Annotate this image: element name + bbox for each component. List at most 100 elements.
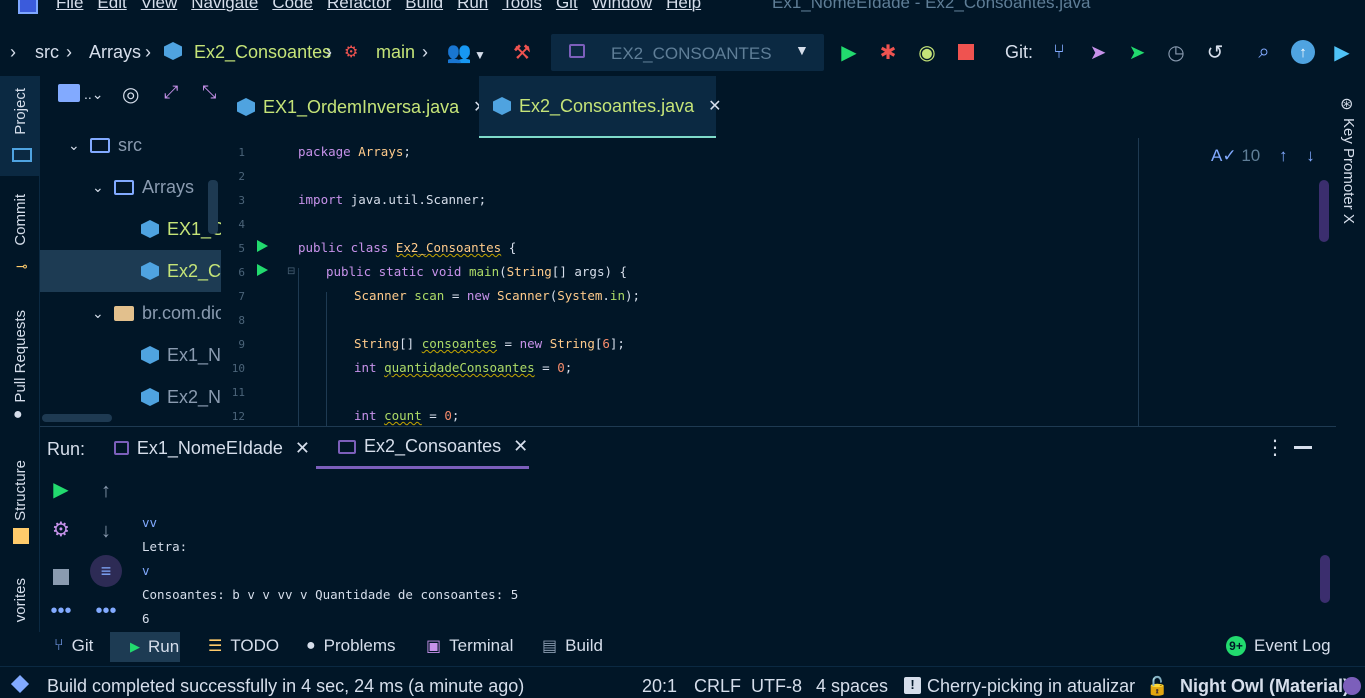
debug-bug-icon[interactable]: ✱	[876, 40, 900, 64]
tab-ex1-ordeminversa[interactable]: EX1_OrdemInversa.java ✕	[221, 76, 487, 138]
project-horizontal-scrollbar[interactable]	[42, 414, 112, 422]
close-icon[interactable]: ✕	[295, 438, 310, 459]
history-icon[interactable]: ◷	[1164, 40, 1188, 64]
tree-item-ex2-nomeeidade[interactable]: Ex2_NomeEIdade	[40, 376, 221, 418]
tree-item-ex1-ordeminversa[interactable]: EX1_OrdemInversa	[40, 208, 221, 250]
expand-all-icon[interactable]: ⤢	[164, 82, 178, 103]
java-class-icon	[164, 42, 182, 60]
close-icon[interactable]: ✕	[513, 436, 528, 457]
tree-item-ex1-nomeeidade[interactable]: Ex1_NomeEIdade	[40, 334, 221, 376]
tree-item-src[interactable]: ⌄ src	[40, 124, 221, 166]
java-class-icon	[141, 220, 159, 238]
status-layers-icon[interactable]	[10, 674, 30, 694]
git-branch-icon[interactable]: ⑂	[1047, 40, 1071, 64]
run-gutter-icon[interactable]	[257, 264, 268, 276]
run-icon[interactable]: ▶	[837, 40, 861, 64]
bottom-tab-event-log[interactable]: 9+ Event Log	[1226, 636, 1331, 656]
project-view-dropdown[interactable]: ..⌄	[84, 86, 104, 103]
minimize-icon[interactable]	[1294, 446, 1312, 449]
git-push-icon[interactable]: ➤	[1086, 40, 1110, 64]
build-hammer-icon[interactable]: ⚒	[510, 40, 534, 64]
bottom-tab-build[interactable]: ▤ Build	[542, 636, 603, 656]
tree-item-ex2-consoantes[interactable]: Ex2_Consoantes	[40, 250, 221, 292]
menu-edit[interactable]: Edit	[97, 0, 126, 13]
console-scrollbar[interactable]	[1320, 555, 1330, 603]
breadcrumb-file[interactable]: Ex2_Consoantes	[194, 42, 331, 63]
arrow-down-icon[interactable]: ↓	[1306, 146, 1315, 165]
more-options-icon[interactable]: ⋮	[1265, 435, 1285, 460]
menu-refactor[interactable]: Refactor	[327, 0, 391, 13]
close-icon[interactable]: ✕	[708, 96, 721, 116]
bottom-tab-run[interactable]: ▶ Run	[110, 632, 180, 662]
settings-gear-icon[interactable]: ⚙	[47, 515, 75, 543]
menu-navigate[interactable]: Navigate	[191, 0, 258, 13]
menu-window[interactable]: Window	[592, 0, 652, 13]
arrow-down-icon[interactable]: ↓	[92, 517, 120, 545]
rerun-icon[interactable]: ▶	[47, 475, 75, 503]
line-separator[interactable]: CRLF	[694, 676, 741, 697]
tool-pull-requests[interactable]: Pull Requests	[12, 310, 29, 403]
soft-wrap-icon[interactable]: ≡	[90, 555, 122, 587]
material-theme-icon[interactable]	[1343, 677, 1361, 695]
caret-position[interactable]: 20:1	[642, 676, 677, 697]
bottom-tab-todo[interactable]: ☰ TODO	[208, 636, 279, 656]
collapse-all-icon[interactable]: ⤡	[202, 82, 216, 103]
lock-icon[interactable]: 🔓	[1146, 676, 1168, 697]
run-tab-ex1-nomeeidade[interactable]: Ex1_NomeEIdade ✕	[114, 427, 310, 469]
rollback-icon[interactable]: ↺	[1203, 40, 1227, 64]
console-line: Consoantes: b v v vv v Quantidade de con…	[142, 587, 519, 602]
fold-icon[interactable]: ⊟	[287, 266, 295, 277]
bottom-tab-label: Problems	[323, 636, 396, 655]
bottom-tab-git[interactable]: ⑂ Git	[54, 636, 93, 656]
file-encoding[interactable]: UTF-8	[751, 676, 802, 697]
arrow-up-icon[interactable]: ↑	[1279, 146, 1288, 165]
stop-icon[interactable]	[954, 40, 978, 64]
more-icon[interactable]: •••	[47, 597, 75, 625]
breadcrumb-package[interactable]: Arrays	[89, 42, 141, 63]
menu-run[interactable]: Run	[457, 0, 488, 13]
editor-scrollbar[interactable]	[1319, 180, 1329, 242]
code-line-9: String[] consoantes = new String[6];	[354, 336, 625, 351]
more-icon[interactable]: •••	[92, 597, 120, 625]
coverage-icon[interactable]: ◉	[915, 40, 939, 64]
code-area[interactable]: package Arrays; import java.util.Scanner…	[298, 138, 1138, 426]
code-with-me-icon[interactable]: ▶	[1330, 40, 1354, 64]
update-icon[interactable]: ↑	[1291, 40, 1315, 64]
tool-key-promoter[interactable]: Key Promoter X	[1340, 118, 1357, 224]
tool-favorites[interactable]: vorites	[12, 578, 29, 622]
event-badge: 9+	[1226, 636, 1246, 656]
stop-icon[interactable]	[47, 563, 75, 591]
run-configuration-selector[interactable]: EX2_CONSOANTES ▼	[551, 34, 824, 71]
breadcrumb-src[interactable]: src	[35, 42, 59, 63]
menu-view[interactable]: View	[141, 0, 178, 13]
breadcrumb-method[interactable]: main	[376, 42, 415, 63]
menu-build[interactable]: Build	[405, 0, 443, 13]
menu-git[interactable]: Git	[556, 0, 578, 13]
vcs-status[interactable]: Cherry-picking in atualizar	[927, 676, 1135, 697]
search-icon[interactable]: ⌕	[1252, 40, 1276, 64]
indent-setting[interactable]: 4 spaces	[816, 676, 888, 697]
inspections-widget[interactable]: A✓ 10 ↑ ↓	[1211, 146, 1315, 166]
menu-help[interactable]: Help	[666, 0, 701, 13]
locate-target-icon[interactable]: ◎	[122, 82, 139, 107]
project-vertical-scrollbar[interactable]	[208, 180, 218, 234]
tool-project[interactable]: Project	[12, 88, 29, 135]
tree-item-br-com-dio[interactable]: ⌄ br.com.dio	[40, 292, 221, 334]
arrow-up-icon[interactable]: ↑	[92, 477, 120, 505]
tree-item-arrays[interactable]: ⌄ Arrays	[40, 166, 221, 208]
theme-name[interactable]: Night Owl (Material)	[1180, 676, 1349, 697]
run-tab-ex2-consoantes[interactable]: Ex2_Consoantes ✕	[316, 427, 529, 469]
bottom-tab-terminal[interactable]: ▣ Terminal	[426, 636, 513, 656]
tool-commit[interactable]: Commit	[12, 194, 29, 246]
git-commit-icon[interactable]: ➤	[1125, 40, 1149, 64]
menu-file[interactable]: File	[56, 0, 83, 13]
run-gutter-icon[interactable]	[257, 240, 268, 252]
tool-structure[interactable]: Structure	[12, 460, 29, 521]
users-icon[interactable]: 👥	[447, 40, 472, 64]
tab-ex2-consoantes[interactable]: Ex2_Consoantes.java ✕	[479, 76, 722, 138]
menu-code[interactable]: Code	[272, 0, 313, 13]
bottom-tab-label: Run	[148, 637, 180, 656]
menu-tools[interactable]: Tools	[502, 0, 542, 13]
status-message[interactable]: Build completed successfully in 4 sec, 2…	[47, 676, 524, 697]
bottom-tab-problems[interactable]: ● Problems	[306, 636, 395, 656]
